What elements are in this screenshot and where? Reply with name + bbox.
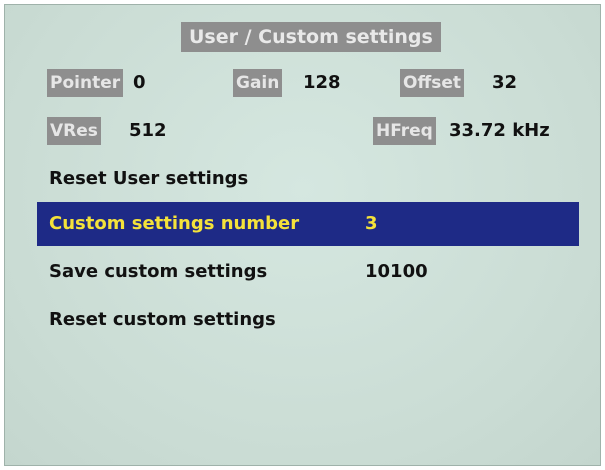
menu-item-save-custom-settings[interactable]: Save custom settings 10100 (37, 250, 579, 294)
menu-item-label: Custom settings number (49, 213, 300, 234)
offset-tag: Offset (400, 69, 464, 97)
offset-value: 32 (492, 72, 518, 93)
monitor-frame: User / Custom settings Pointer 0 Gain 12… (0, 0, 605, 470)
menu-item-label: Reset User settings (49, 168, 249, 189)
osd-screen: User / Custom settings Pointer 0 Gain 12… (4, 4, 601, 466)
menu-item-label: Reset custom settings (49, 309, 276, 330)
menu-item-value: 3 (365, 213, 378, 234)
pointer-value: 0 (133, 72, 146, 93)
vres-tag: VRes (47, 117, 101, 145)
vres-value: 512 (129, 120, 167, 141)
menu-item-reset-custom-settings[interactable]: Reset custom settings (37, 298, 579, 342)
menu-item-custom-settings-number[interactable]: Custom settings number 3 (37, 202, 579, 246)
gain-value: 128 (303, 72, 341, 93)
menu-title: User / Custom settings (181, 22, 441, 52)
hfreq-value: 33.72 kHz (449, 120, 550, 141)
hfreq-tag: HFreq (373, 117, 436, 145)
menu-item-reset-user-settings[interactable]: Reset User settings (37, 157, 579, 201)
pointer-tag: Pointer (47, 69, 124, 97)
menu-item-value: 10100 (365, 261, 428, 282)
gain-tag: Gain (233, 69, 283, 97)
menu-item-label: Save custom settings (49, 261, 268, 282)
